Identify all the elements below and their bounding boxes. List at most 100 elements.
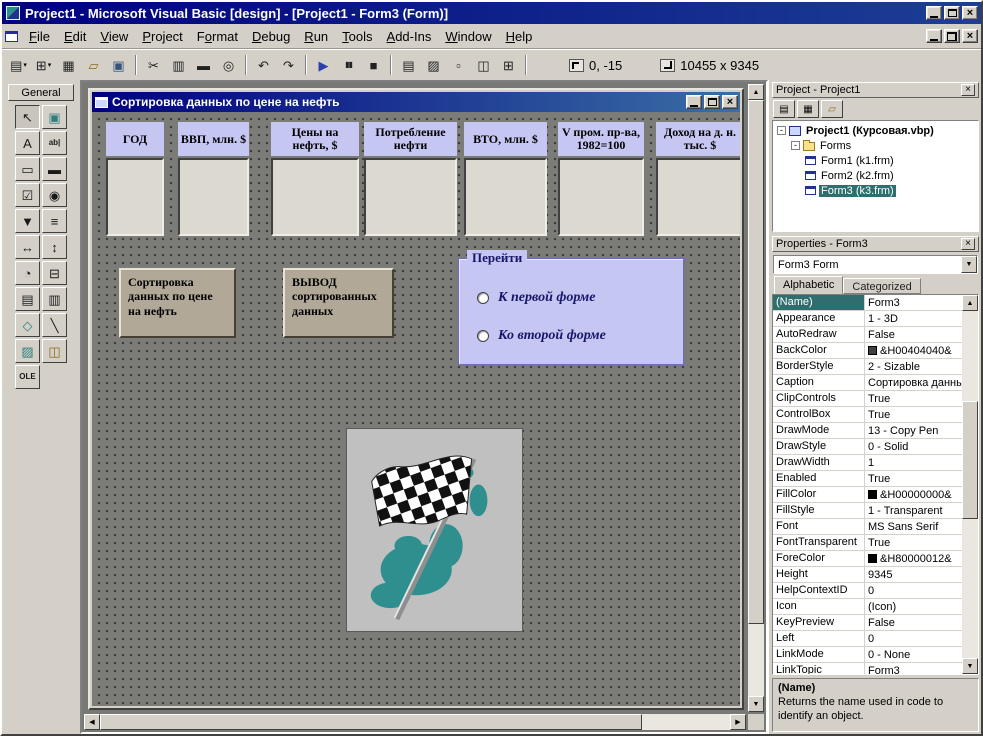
menu-tools[interactable]: Tools [335, 25, 379, 48]
minimize-button[interactable] [926, 6, 942, 20]
column-header-1[interactable]: ГОД [106, 122, 164, 156]
tool-pointer[interactable]: ↖ [15, 105, 40, 129]
tool-shape[interactable]: ◇ [15, 313, 40, 337]
view-code-button[interactable]: ▤ [773, 100, 795, 118]
menu-view[interactable]: View [93, 25, 135, 48]
column-listbox-3[interactable] [271, 158, 359, 236]
tool-ole[interactable]: OLE [15, 365, 40, 389]
tree-item-3[interactable]: Form1 (k1.frm) [775, 153, 978, 168]
menu-run[interactable]: Run [297, 25, 335, 48]
column-listbox-1[interactable] [106, 158, 164, 236]
view-object-button[interactable]: ▦ [797, 100, 819, 118]
property-value[interactable]: &H00000000& [865, 487, 962, 502]
chevron-down-icon[interactable]: ▼ [961, 256, 977, 273]
property-row-fillstyle[interactable]: FillStyle1 - Transparent [773, 503, 962, 519]
column-listbox-6[interactable] [558, 158, 644, 236]
property-row-drawmode[interactable]: DrawMode13 - Copy Pen [773, 423, 962, 439]
mdi-restore-button[interactable] [944, 29, 960, 43]
properties-close-button[interactable]: × [961, 238, 975, 250]
tool-image[interactable]: ▨ [15, 339, 40, 363]
tree-item-1[interactable]: -Project1 (Курсовая.vbp) [775, 123, 978, 138]
property-value[interactable]: Сортировка данных по цене на нефть [865, 375, 962, 390]
menu-add-ins[interactable]: Add-Ins [380, 25, 439, 48]
radio-option-2[interactable]: Ко второй форме [477, 323, 683, 349]
property-value[interactable]: Form3 [865, 295, 962, 310]
title-bar[interactable]: Project1 - Microsoft Visual Basic [desig… [2, 2, 981, 24]
property-row-helpcontextid[interactable]: HelpContextID0 [773, 583, 962, 599]
property-name[interactable]: (Name) [773, 295, 865, 310]
property-name[interactable]: ForeColor [773, 551, 865, 566]
mdi-close-button[interactable]: × [962, 29, 978, 43]
property-row-borderstyle[interactable]: BorderStyle2 - Sizable [773, 359, 962, 375]
property-row-enabled[interactable]: EnabledTrue [773, 471, 962, 487]
property-name[interactable]: LinkTopic [773, 663, 865, 674]
toggle-folders-button[interactable]: ▱ [821, 100, 843, 118]
property-row-font[interactable]: FontMS Sans Serif [773, 519, 962, 535]
property-value[interactable]: (Icon) [865, 599, 962, 614]
form-button-2[interactable]: ВЫВОД сортированных данных [283, 268, 394, 338]
project-explorer-button[interactable]: ▤ [396, 53, 421, 77]
tool-command-button[interactable]: ▬ [42, 157, 67, 181]
tool-option-button[interactable]: ◉ [42, 183, 67, 207]
property-row-name[interactable]: (Name)Form3 [773, 295, 962, 311]
property-value[interactable]: 0 - None [865, 647, 962, 662]
tab-categorized[interactable]: Categorized [843, 278, 920, 294]
property-row-controlbox[interactable]: ControlBoxTrue [773, 407, 962, 423]
scroll-thumb[interactable] [100, 714, 642, 730]
menu-project[interactable]: Project [135, 25, 189, 48]
property-value[interactable]: 0 [865, 583, 962, 598]
property-name[interactable]: DrawStyle [773, 439, 865, 454]
property-value[interactable]: 1 - Transparent [865, 503, 962, 518]
column-listbox-5[interactable] [464, 158, 547, 236]
property-value[interactable]: True [865, 535, 962, 550]
tool-drive-list-box[interactable]: ⊟ [42, 261, 67, 285]
tab-alphabetic[interactable]: Alphabetic [774, 276, 843, 294]
scroll-up-button[interactable]: ▲ [962, 295, 978, 311]
mdi-vertical-scrollbar[interactable]: ▲ ▼ [748, 84, 764, 712]
tool-file-list-box[interactable]: ▥ [42, 287, 67, 311]
column-header-4[interactable]: Потребление нефти [364, 122, 457, 156]
menu-file[interactable]: File [22, 25, 57, 48]
column-header-6[interactable]: V пром. пр-ва, 1982=100 [558, 122, 644, 156]
scroll-right-button[interactable]: ▶ [730, 714, 746, 730]
property-value[interactable]: MS Sans Serif [865, 519, 962, 534]
property-name[interactable]: AutoRedraw [773, 327, 865, 342]
property-row-linkmode[interactable]: LinkMode0 - None [773, 647, 962, 663]
tree-item-4[interactable]: Form2 (k2.frm) [775, 168, 978, 183]
scroll-track[interactable] [962, 311, 978, 658]
cut-button[interactable]: ✂ [141, 53, 166, 77]
tree-item-5[interactable]: Form3 (k3.frm) [775, 183, 978, 198]
property-name[interactable]: BorderStyle [773, 359, 865, 374]
project-close-button[interactable]: × [961, 84, 975, 96]
property-value[interactable]: False [865, 327, 962, 342]
property-value[interactable]: False [865, 615, 962, 630]
scroll-up-button[interactable]: ▲ [748, 84, 764, 100]
tool-data[interactable]: ◫ [42, 339, 67, 363]
property-name[interactable]: Appearance [773, 311, 865, 326]
break-button[interactable]: ▮▮ [336, 53, 361, 77]
tree-expander-icon[interactable]: - [791, 141, 800, 150]
property-name[interactable]: LinkMode [773, 647, 865, 662]
scroll-track[interactable] [748, 100, 764, 696]
property-row-height[interactable]: Height9345 [773, 567, 962, 583]
property-name[interactable]: FillStyle [773, 503, 865, 518]
menu-help[interactable]: Help [499, 25, 540, 48]
column-listbox-7[interactable] [656, 158, 740, 236]
column-listbox-2[interactable] [178, 158, 249, 236]
scroll-track[interactable] [100, 714, 730, 730]
menu-edit[interactable]: Edit [57, 25, 93, 48]
paste-button[interactable]: ▬ [191, 53, 216, 77]
property-value[interactable]: 0 [865, 631, 962, 646]
form-minimize-button[interactable] [686, 95, 702, 109]
scroll-thumb[interactable] [962, 401, 978, 519]
tool-line[interactable]: ╲ [42, 313, 67, 337]
property-value[interactable]: True [865, 391, 962, 406]
property-value[interactable]: 9345 [865, 567, 962, 582]
scroll-left-button[interactable]: ◀ [84, 714, 100, 730]
property-value[interactable]: 2 - Sizable [865, 359, 962, 374]
add-project-button[interactable]: ▤▾ [6, 53, 31, 77]
property-name[interactable]: ControlBox [773, 407, 865, 422]
property-row-appearance[interactable]: Appearance1 - 3D [773, 311, 962, 327]
property-name[interactable]: DrawMode [773, 423, 865, 438]
property-name[interactable]: FillColor [773, 487, 865, 502]
